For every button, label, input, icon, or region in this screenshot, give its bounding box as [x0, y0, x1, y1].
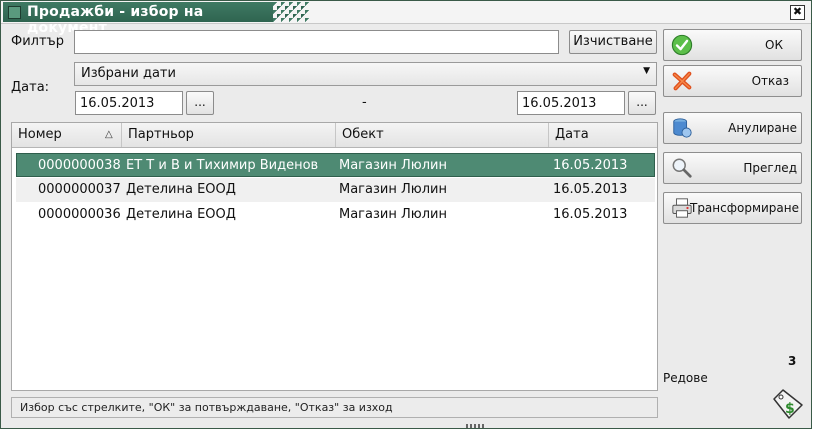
filter-input[interactable]: [74, 30, 559, 54]
cancel-button[interactable]: Отказ: [663, 65, 802, 97]
void-button[interactable]: Анулиране: [663, 112, 802, 144]
cell-partner: Детелина ЕООД: [126, 207, 236, 222]
ok-button[interactable]: ОК: [663, 29, 802, 61]
column-header-date[interactable]: Дата: [549, 123, 657, 147]
cell-object: Магазин Люлин: [339, 158, 447, 173]
cell-object: Магазин Люлин: [339, 182, 447, 197]
rows-count: 3: [788, 354, 797, 368]
check-icon: [671, 34, 693, 56]
cell-partner: ЕТ Т и В и Тихимир Виденов: [126, 158, 319, 173]
cell-number: 0000000037: [38, 182, 121, 197]
filter-label: Филтър: [11, 34, 64, 49]
database-icon: [673, 118, 692, 138]
void-label: Анулиране: [728, 121, 797, 135]
column-header-partner[interactable]: Партньор: [122, 123, 336, 147]
clear-button[interactable]: Изчистване: [569, 30, 657, 54]
magnifier-icon: [672, 158, 692, 178]
svg-text:$: $: [785, 401, 795, 417]
documents-table[interactable]: Номер △ Партньор Обект Дата 0000000038 Е…: [11, 122, 658, 391]
date-mode-value: Избрани дати: [81, 66, 176, 81]
date-mode-select[interactable]: Избрани дати ▼: [74, 62, 657, 86]
title-tab: Продажби - избор на документ: [3, 2, 309, 36]
x-icon: [672, 71, 692, 91]
date-from-picker-button[interactable]: ...: [186, 91, 214, 115]
title-bar[interactable]: Продажби - избор на документ ✖: [1, 1, 811, 36]
ok-label: ОК: [765, 38, 783, 52]
date-from-input[interactable]: 16.05.2013: [75, 91, 183, 115]
date-label: Дата:: [11, 80, 50, 95]
dialog-window: Продажби - избор на документ ✖ Филтър Из…: [0, 0, 812, 429]
table-header: Номер △ Партньор Обект Дата: [12, 123, 657, 148]
close-button[interactable]: ✖: [790, 5, 805, 20]
preview-label: Преглед: [743, 161, 797, 175]
dropdown-arrow-icon: ▼: [643, 66, 650, 76]
cell-date: 16.05.2013: [553, 207, 628, 222]
date-to-picker-button[interactable]: ...: [628, 91, 656, 115]
resize-grip[interactable]: [466, 424, 484, 428]
rows-label: Редове: [663, 371, 708, 385]
status-bar: Избор със стрелките, "ОК" за потвърждава…: [11, 397, 658, 418]
column-header-number[interactable]: Номер △: [12, 123, 122, 147]
transform-label: Трансформиране: [689, 201, 799, 215]
table-row[interactable]: 0000000038 ЕТ Т и В и Тихимир Виденов Ма…: [16, 153, 655, 177]
table-row[interactable]: 0000000037 Детелина ЕООД Магазин Люлин 1…: [16, 178, 655, 202]
window-menu-icon[interactable]: [8, 6, 21, 19]
cancel-label: Отказ: [751, 74, 789, 88]
cell-number: 0000000036: [38, 207, 121, 222]
preview-button[interactable]: Преглед: [663, 152, 802, 184]
transform-button[interactable]: Трансформиране: [663, 192, 802, 224]
cell-partner: Детелина ЕООД: [126, 182, 236, 197]
price-tag-icon: $: [773, 389, 803, 419]
cell-date: 16.05.2013: [553, 182, 628, 197]
cell-object: Магазин Люлин: [339, 207, 447, 222]
column-header-object[interactable]: Обект: [336, 123, 549, 147]
sort-ascending-icon: △: [105, 129, 113, 140]
cell-number: 0000000038: [38, 158, 121, 173]
table-row[interactable]: 0000000036 Детелина ЕООД Магазин Люлин 1…: [16, 203, 655, 227]
cell-date: 16.05.2013: [553, 158, 628, 173]
date-separator: -: [362, 95, 367, 110]
date-to-input[interactable]: 16.05.2013: [517, 91, 625, 115]
